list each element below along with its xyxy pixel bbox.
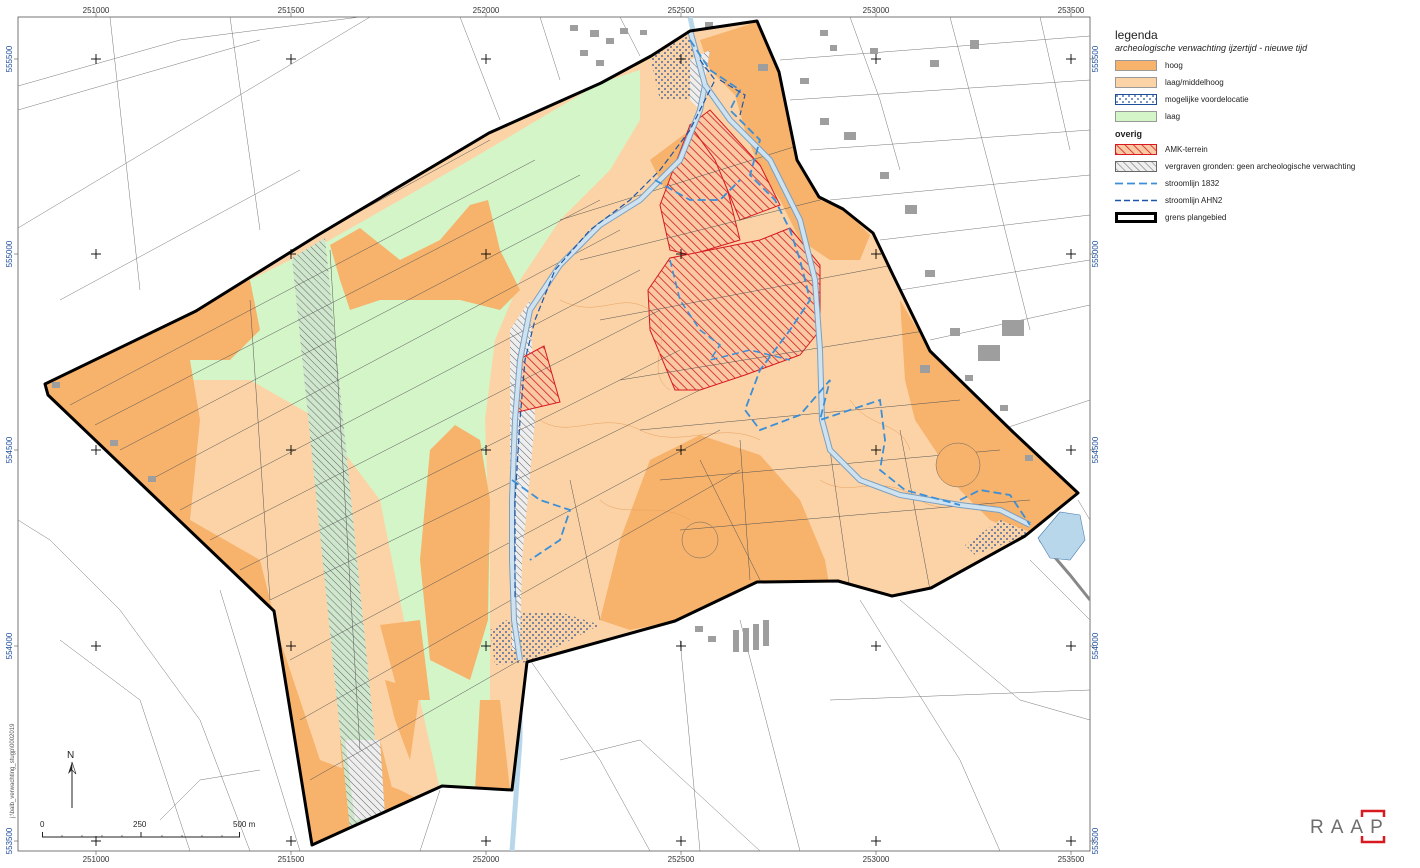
legend-label: laag	[1165, 112, 1181, 121]
x-coordinate-label: 253500	[1058, 6, 1085, 15]
y-coordinate-label: 553500	[1091, 827, 1100, 854]
scale-label-250: 250	[133, 820, 147, 829]
x-coordinate-label: 252000	[473, 6, 500, 15]
swatch-laag-middelhoog	[1115, 77, 1157, 88]
x-coordinate-label: 251500	[278, 6, 305, 15]
legend-title: legenda	[1115, 28, 1158, 42]
legend-label: stroomlijn 1832	[1165, 179, 1220, 188]
x-coordinate-label: 253500	[1058, 855, 1085, 864]
logo-bracket-icon	[1360, 809, 1386, 844]
swatch-hoog	[1115, 60, 1157, 71]
y-coordinate-label: 555000	[5, 240, 14, 267]
legend-item-stroomlijn-ahn2: stroomlijn AHN2	[1113, 192, 1413, 209]
raap-logo: RAAP	[1310, 806, 1402, 846]
x-coordinate-label: 253000	[863, 855, 890, 864]
legend-label: mogelijke voordelocatie	[1165, 95, 1249, 104]
legend-item-vergraven: vergraven gronden: geen archeologische v…	[1113, 158, 1413, 175]
y-coordinate-label: 555500	[5, 45, 14, 72]
x-coordinate-label: 252000	[473, 855, 500, 864]
legend-item-amk: AMK-terrein	[1113, 141, 1413, 158]
y-coordinate-label: 555000	[1091, 240, 1100, 267]
file-path-note: j:\balb_verwachting_stugp\0002019	[10, 723, 16, 818]
swatch-stroomlijn-ahn2	[1115, 199, 1157, 202]
swatch-amk	[1115, 144, 1157, 155]
legend-subtitle: archeologische verwachting ijzertijd - n…	[1115, 43, 1308, 53]
x-coordinate-label: 252500	[668, 6, 695, 15]
x-coordinate-label: 251000	[83, 6, 110, 15]
x-coordinate-label: 251500	[278, 855, 305, 864]
swatch-laag	[1115, 111, 1157, 122]
legend-label: hoog	[1165, 61, 1183, 70]
legend-item-laag: laag	[1113, 108, 1413, 125]
legend-label: AMK-terrein	[1165, 145, 1208, 154]
legend-item-voordelocatie: mogelijke voordelocatie	[1113, 91, 1413, 108]
scale-label-500: 500 m	[233, 820, 256, 829]
legend-overig-title: overig	[1115, 129, 1143, 139]
legend-label: stroomlijn AHN2	[1165, 196, 1223, 205]
swatch-voordelocatie	[1115, 94, 1157, 105]
x-coordinate-label: 253000	[863, 6, 890, 15]
y-coordinate-label: 553500	[5, 827, 14, 854]
y-coordinate-label: 554000	[5, 632, 14, 659]
north-arrow: N	[62, 748, 82, 810]
x-coordinate-label: 252500	[668, 855, 695, 864]
legend-label: laag/middelhoog	[1165, 78, 1224, 87]
y-coordinate-label: 554500	[1091, 436, 1100, 463]
legend-label: grens plangebied	[1165, 213, 1227, 222]
y-coordinate-label: 554000	[1091, 632, 1100, 659]
swatch-grens	[1115, 212, 1157, 223]
legend-item-grens: grens plangebied	[1113, 209, 1413, 226]
swatch-vergraven	[1115, 161, 1157, 172]
y-coordinate-label: 554500	[5, 436, 14, 463]
x-coordinate-label: 251000	[83, 855, 110, 864]
scalebar: 0 250 500 m	[38, 820, 278, 844]
scale-label-0: 0	[40, 820, 45, 829]
legend-item-stroomlijn-1832: stroomlijn 1832	[1113, 175, 1413, 192]
y-coordinate-label: 555500	[1091, 45, 1100, 72]
north-label: N	[67, 750, 74, 761]
legend: legenda archeologische verwachting ijzer…	[1113, 28, 1413, 226]
legend-label: vergraven gronden: geen archeologische v…	[1165, 162, 1356, 171]
legend-item-hoog: hoog	[1113, 57, 1413, 74]
swatch-stroomlijn-1832	[1115, 182, 1157, 185]
legend-item-laag-middelhoog: laag/middelhoog	[1113, 74, 1413, 91]
